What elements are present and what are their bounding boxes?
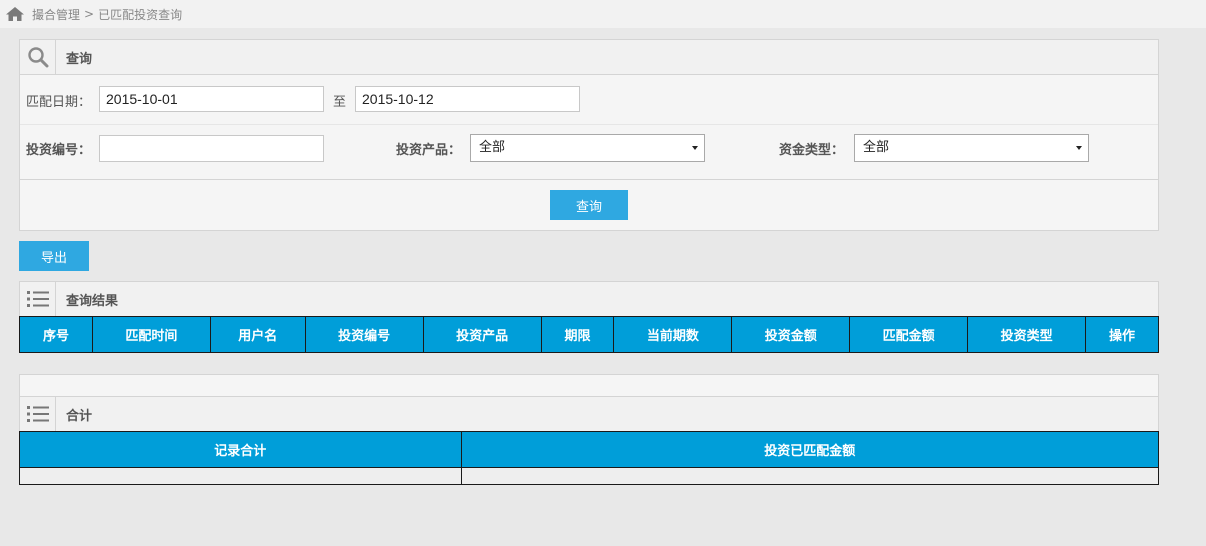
breadcrumb: 撮合管理 > 已匹配投资查询 xyxy=(0,0,1206,28)
column-header: 投资编号 xyxy=(304,316,424,353)
list-icon xyxy=(26,291,49,307)
breadcrumb-current: 已匹配投资查询 xyxy=(98,7,183,22)
summary-panel: 合计 xyxy=(19,396,1159,431)
chevron-down-icon xyxy=(692,146,698,150)
column-header: 序号 xyxy=(19,316,93,353)
fund-type-select[interactable]: 全部 xyxy=(854,134,1089,162)
column-header: 匹配时间 xyxy=(91,316,211,353)
record-total-cell xyxy=(19,467,462,485)
match-date-label: 匹配日期： xyxy=(26,95,92,110)
date-to-label: 至 xyxy=(333,95,347,110)
summary-panel-title: 合计 xyxy=(66,408,93,424)
column-header: 当前期数 xyxy=(613,316,733,353)
matched-amount-cell xyxy=(460,467,1160,485)
row-divider xyxy=(20,124,1158,125)
fund-type-select-value: 全部 xyxy=(863,140,890,155)
product-label: 投资产品： xyxy=(396,143,462,158)
summary-table: 记录合计 投资已匹配金额 xyxy=(19,431,1160,485)
column-header: 用户名 xyxy=(209,316,306,353)
date-to-input[interactable]: 2015-10-12 xyxy=(355,86,580,112)
column-header: 投资产品 xyxy=(422,316,542,353)
breadcrumb-root[interactable]: 撮合管理 xyxy=(32,6,80,23)
export-button[interactable]: 导出 xyxy=(19,241,89,271)
results-panel-title: 查询结果 xyxy=(66,293,119,309)
results-table: 序号 匹配时间 用户名 投资编号 投资产品 期限 当前期数 投资金额 匹配金额 … xyxy=(19,316,1159,353)
row-divider xyxy=(20,179,1158,180)
date-from-input[interactable]: 2015-10-01 xyxy=(99,86,324,112)
table-row xyxy=(19,467,1160,485)
product-select-value: 全部 xyxy=(479,140,506,155)
search-icon xyxy=(27,47,48,68)
results-header-row: 序号 匹配时间 用户名 投资编号 投资产品 期限 当前期数 投资金额 匹配金额 … xyxy=(19,316,1159,353)
query-button[interactable]: 查询 xyxy=(550,190,628,220)
column-header: 匹配金额 xyxy=(849,316,969,353)
invest-no-input[interactable] xyxy=(99,135,324,162)
home-icon[interactable] xyxy=(5,6,25,22)
list-icon xyxy=(26,406,49,422)
results-panel: 查询结果 xyxy=(19,281,1159,316)
fund-type-label: 资金类型： xyxy=(779,143,845,158)
pagination-bar xyxy=(19,374,1159,397)
results-panel-header: 查询结果 xyxy=(20,282,1158,316)
column-header: 操作 xyxy=(1085,316,1159,353)
breadcrumb-separator: > xyxy=(84,7,95,21)
query-panel-header: 查询 xyxy=(20,40,1158,75)
column-header: 期限 xyxy=(540,316,615,353)
summary-header-row: 记录合计 投资已匹配金额 xyxy=(19,431,1160,468)
invest-no-label: 投资编号： xyxy=(26,143,92,158)
summary-panel-header: 合计 xyxy=(20,397,1158,431)
column-header: 投资类型 xyxy=(967,316,1087,353)
product-select[interactable]: 全部 xyxy=(470,134,705,162)
column-header: 记录合计 xyxy=(19,431,462,468)
query-panel-title: 查询 xyxy=(66,51,93,67)
column-header: 投资已匹配金额 xyxy=(460,431,1160,468)
query-panel: 查询 匹配日期： 2015-10-01 至 2015-10-12 投资编号： 投… xyxy=(19,39,1159,231)
column-header: 投资金额 xyxy=(731,316,851,353)
chevron-down-icon xyxy=(1076,146,1082,150)
